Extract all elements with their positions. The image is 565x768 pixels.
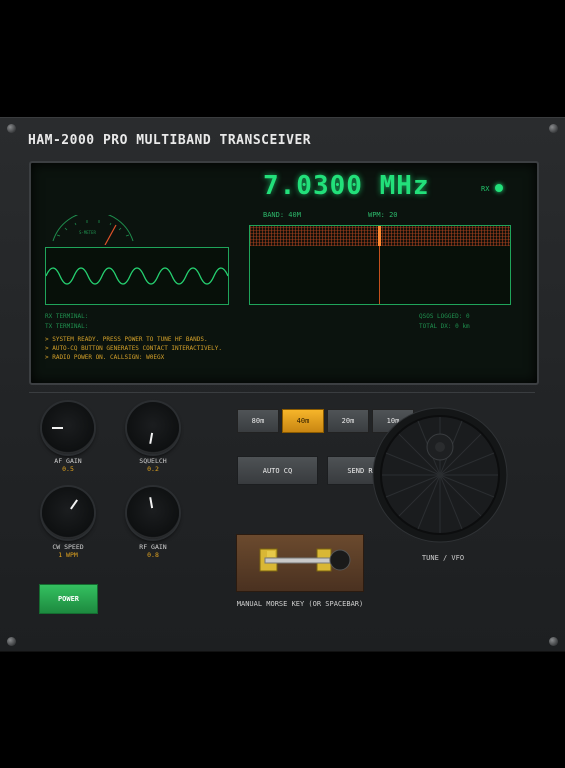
squelch-label: SQUELCH: [139, 457, 167, 465]
s-meter-needle: [104, 224, 117, 245]
rx-indicator-light: [495, 184, 503, 192]
band-readout: BAND: 40M: [263, 211, 301, 219]
rx-terminal-label: RX TERMINAL:: [45, 313, 89, 320]
s-meter: S-METER: [52, 215, 134, 245]
audio-scope: [45, 247, 229, 305]
transceiver-panel: HAM-2000 PRO MULTIBAND TRANSCEIVER 7.030…: [0, 117, 565, 652]
log-line: > RADIO POWER ON. CALLSIGN: W0EGX: [45, 354, 165, 361]
morse-key-label: MANUAL MORSE KEY (OR SPACEBAR): [236, 600, 364, 608]
screw: [7, 637, 16, 646]
screw: [549, 637, 558, 646]
rf-gain-knob[interactable]: [127, 487, 179, 539]
power-button[interactable]: POWER: [39, 584, 98, 614]
log-line: > SYSTEM READY. PRESS POWER TO TUNE HF B…: [45, 336, 208, 343]
band-button-80m[interactable]: 80m: [237, 409, 279, 433]
vfo-dial[interactable]: [372, 407, 508, 543]
rf-gain-label: RF GAIN: [139, 543, 167, 551]
squelch-knob[interactable]: [127, 402, 179, 454]
vfo-label: TUNE / VFO: [421, 554, 465, 562]
af-gain-knob[interactable]: [42, 402, 94, 454]
divider: [29, 392, 535, 393]
band-button-20m[interactable]: 20m: [327, 409, 369, 433]
screw: [7, 124, 16, 133]
log-line: > AUTO-CQ BUTTON GENERATES CONTACT INTER…: [45, 345, 223, 352]
knob-indicator: [52, 427, 63, 429]
tx-terminal-label: TX TERMINAL:: [45, 323, 89, 330]
rx-label: RX: [481, 185, 490, 193]
knob-indicator: [149, 432, 154, 444]
af-gain-value: 0.5: [62, 465, 74, 473]
knob-indicator: [70, 499, 78, 510]
cw-speed-value: 1 WPM: [58, 551, 78, 559]
band-button-40m[interactable]: 40m: [282, 409, 324, 433]
squelch-value: 0.2: [147, 465, 159, 473]
waterfall-display: [249, 225, 511, 305]
signal-trace: [378, 226, 381, 246]
qsos-logged: QSOS LOGGED: 0: [419, 313, 470, 320]
radio-display: 7.0300 MHz RX BAND: 40M WPM: 20 S-METER …: [29, 161, 539, 385]
auto-cq-button[interactable]: AUTO CQ: [237, 456, 318, 485]
cw-speed-label: CW SPEED: [52, 543, 84, 551]
frequency-readout: 7.0300 MHz: [263, 171, 430, 201]
total-dx: TOTAL DX: 0 km: [419, 323, 470, 330]
morse-key[interactable]: [236, 534, 364, 592]
rf-gain-value: 0.8: [147, 551, 159, 559]
wpm-readout: WPM: 20: [368, 211, 398, 219]
page-title: HAM-2000 PRO MULTIBAND TRANSCEIVER: [28, 133, 312, 148]
knob-indicator: [149, 497, 154, 509]
screw: [549, 124, 558, 133]
cw-speed-knob[interactable]: [42, 487, 94, 539]
s-meter-label: S-METER: [79, 230, 96, 235]
morse-key-graphic: [259, 548, 351, 572]
af-gain-label: AF GAIN: [54, 457, 82, 465]
